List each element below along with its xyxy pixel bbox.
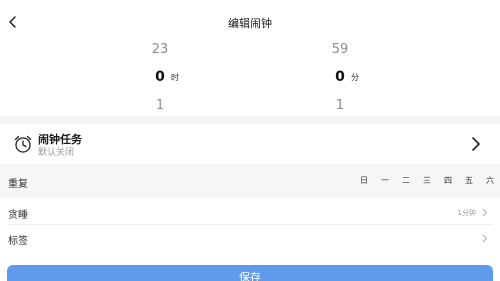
header: 编辑闹钟 [0,0,500,42]
page-title: 编辑闹钟 [228,17,272,30]
snooze-row[interactable]: 贪睡 1分钟 [0,199,500,225]
tag-row[interactable]: 标签 [0,225,500,251]
chevron-right-icon [482,208,488,217]
day-monday[interactable]: 一 [378,175,392,186]
tag-label: 标签 [8,236,28,247]
snooze-label: 贪睡 [8,210,28,221]
day-wednesday[interactable]: 三 [420,175,434,186]
chevron-right-icon [482,234,488,243]
alarm-task-row[interactable]: 闹钟任务 默认关闭 [0,124,500,164]
day-saturday[interactable]: 六 [483,175,497,186]
alarm-clock-icon [14,135,32,153]
day-tuesday[interactable]: 二 [399,175,413,186]
minute-current-value[interactable]: 0 [310,69,370,85]
minute-unit-label: 分 [351,73,359,82]
repeat-row: 重复 日 一 二 三 四 五 六 [0,164,500,198]
day-sunday[interactable]: 日 [357,175,371,186]
hour-unit-label: 时 [171,73,179,82]
hour-prev-value[interactable]: 23 [130,42,190,57]
minute-next-value[interactable]: 1 [310,98,370,113]
section-divider [0,116,500,124]
chevron-right-icon [472,137,480,151]
save-button[interactable]: 保存 [7,265,493,281]
day-thursday[interactable]: 四 [441,175,455,186]
repeat-label: 重复 [8,179,28,190]
hour-next-value[interactable]: 1 [130,98,190,113]
snooze-value: 1分钟 [457,209,476,217]
day-friday[interactable]: 五 [462,175,476,186]
alarm-task-subtitle: 默认关闭 [38,148,75,158]
minute-prev-value[interactable]: 59 [310,42,370,57]
hour-current-value[interactable]: 0 [130,69,190,85]
